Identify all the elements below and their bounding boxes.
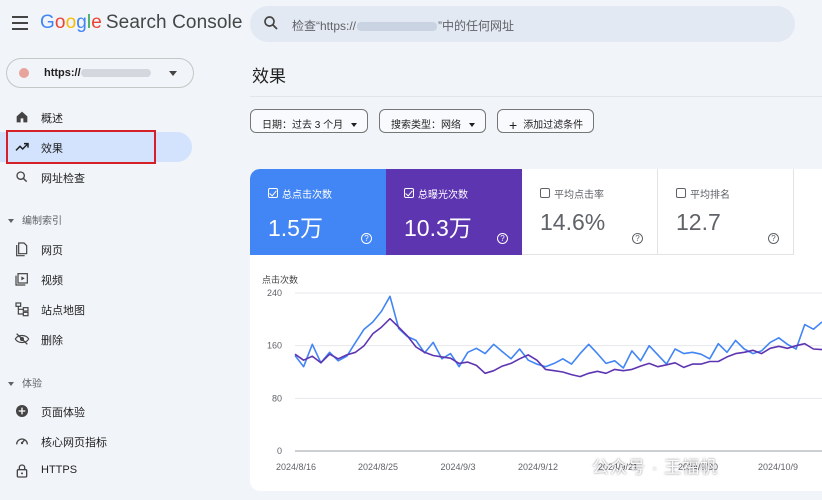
top-bar: Google Search Console 检查“https:// ”中的任何网址	[0, 0, 822, 50]
metric-value: 12.7	[676, 209, 721, 235]
property-selector[interactable]: https://	[6, 58, 194, 88]
redacted-domain	[80, 69, 151, 78]
help-icon[interactable]: ?	[361, 233, 372, 244]
logo-letter: g	[76, 12, 87, 33]
sidebar-item-label: 删除	[41, 335, 63, 347]
plus-icon: +	[509, 117, 518, 133]
metric-total-impressions[interactable]: 总曝光次数 10.3万 ?	[386, 169, 522, 255]
add-filter-button[interactable]: + 添加过滤条件	[497, 109, 595, 133]
sidebar-item-label: 站点地图	[41, 305, 85, 317]
chevron-down-icon	[351, 123, 358, 128]
x-tick-label: 2024/9/3	[440, 462, 475, 472]
sidebar-item-label: 网址检查	[41, 173, 85, 185]
lock-icon	[16, 464, 28, 478]
checkbox-checked-icon	[404, 188, 414, 198]
search-suffix: ”中的任何网址	[438, 19, 515, 33]
speed-gauge-icon	[16, 438, 28, 445]
sidebar-item-url-inspection[interactable]: 网址检查	[0, 162, 192, 192]
checkbox-unchecked-icon	[540, 188, 550, 198]
app-name: Search Console	[105, 12, 243, 33]
chevron-down-icon	[469, 123, 475, 128]
logo-letter: G	[40, 12, 55, 33]
menu-icon[interactable]	[12, 16, 28, 30]
metric-total-clicks[interactable]: 总点击次数 1.5万 ?	[250, 169, 386, 255]
collapse-triangle-icon	[8, 219, 14, 224]
sidebar-item-label: 视频	[41, 275, 63, 287]
url-inspect-search[interactable]: 检查“https:// ”中的任何网址	[250, 6, 795, 42]
x-tick-label: 2024/8/25	[358, 462, 398, 472]
property-url: https://	[44, 67, 151, 79]
pages-icon	[16, 242, 28, 257]
sidebar-section-indexing[interactable]: 编制索引	[8, 212, 62, 227]
metric-value: 14.6%	[540, 209, 606, 235]
page-title: 效果	[252, 67, 286, 86]
search-icon	[16, 171, 28, 183]
property-prefix: https://	[44, 67, 81, 79]
page-experience-icon	[16, 405, 28, 417]
sidebar-item-sitemaps[interactable]: 站点地图	[0, 294, 192, 324]
sidebar-item-https[interactable]: HTTPS	[0, 456, 192, 486]
checkbox-unchecked-icon	[676, 188, 686, 198]
sidebar-item-label: HTTPS	[41, 464, 78, 476]
chip-label: 添加过滤条件	[523, 120, 584, 131]
y-tick-label: 80	[272, 393, 282, 403]
sidebar-item-label: 概述	[41, 113, 63, 125]
video-icon	[15, 273, 28, 286]
sidebar-item-removals[interactable]: 删除	[0, 324, 192, 354]
sidebar-item-label: 页面体验	[41, 407, 85, 419]
sidebar-section-experience[interactable]: 体验	[8, 375, 42, 390]
divider	[250, 96, 822, 97]
metric-value: 1.5万	[268, 215, 323, 241]
section-title: 体验	[22, 379, 42, 390]
sidebar-item-videos[interactable]: 视频	[0, 264, 192, 294]
watermark-text: 公众号 · 王福帆	[592, 458, 719, 477]
y-tick-label: 160	[267, 341, 282, 351]
search-prefix: 检查“https://	[292, 19, 357, 33]
removal-icon	[14, 333, 30, 345]
help-icon[interactable]: ?	[632, 233, 643, 244]
y-tick-label: 0	[277, 446, 282, 456]
annotation-highlight	[6, 130, 156, 164]
checkbox-checked-icon	[268, 188, 278, 198]
search-icon	[264, 16, 278, 30]
x-tick-label: 2024/8/16	[276, 462, 316, 472]
chip-label: 搜索类型：网络	[391, 120, 461, 131]
metric-average-position[interactable]: 平均排名 12.7 ?	[658, 169, 794, 255]
sidebar-item-label: 网页	[41, 245, 63, 257]
x-tick-label: 2024/10/9	[758, 462, 798, 472]
help-icon[interactable]: ?	[768, 233, 779, 244]
logo-letter: o	[54, 12, 66, 33]
logo-letter: e	[91, 12, 102, 33]
sidebar-item-overview[interactable]: 概述	[0, 102, 192, 132]
search-type-chip[interactable]: 搜索类型：网络	[379, 109, 486, 133]
sitemap-icon	[15, 302, 29, 317]
sidebar-item-label: 核心网页指标	[41, 437, 107, 449]
performance-card: 总点击次数 1.5万 ? 总曝光次数 10.3万 ? 平均点击率 14.6% ?…	[250, 169, 822, 491]
metric-label: 总曝光次数	[418, 190, 468, 201]
home-icon	[16, 111, 28, 123]
site-favicon	[19, 68, 29, 78]
metric-average-ctr[interactable]: 平均点击率 14.6% ?	[522, 169, 658, 255]
help-icon[interactable]: ?	[497, 233, 508, 244]
y-tick-label: 240	[267, 288, 282, 298]
redacted-url	[357, 22, 438, 32]
logo-letter: o	[65, 12, 77, 33]
y-axis-label: 点击次数	[262, 274, 298, 285]
metric-label: 总点击次数	[282, 190, 332, 201]
sidebar-item-pages[interactable]: 网页	[0, 234, 192, 264]
metric-label: 平均点击率	[554, 190, 604, 201]
collapse-triangle-icon	[8, 382, 14, 387]
x-tick-label: 2024/9/12	[518, 462, 558, 472]
sidebar-item-page-experience[interactable]: 页面体验	[0, 396, 192, 426]
search-placeholder: 检查“https:// ”中的任何网址	[292, 17, 514, 34]
chevron-down-icon	[169, 71, 177, 76]
section-title: 编制索引	[22, 216, 62, 227]
date-filter-chip[interactable]: 日期：过去 3 个月	[250, 109, 369, 133]
performance-chart[interactable]: 点击次数 0 80 160 240 2024/8/16 2024/8/25 2024/9/3 2…	[250, 269, 822, 491]
metric-label: 平均排名	[690, 190, 730, 201]
chip-label: 日期：过去 3 个月	[262, 120, 344, 131]
metric-value: 10.3万	[404, 215, 472, 241]
sidebar-item-core-web-vitals[interactable]: 核心网页指标	[0, 426, 192, 456]
app-logo[interactable]: Google Search Console	[40, 12, 243, 34]
